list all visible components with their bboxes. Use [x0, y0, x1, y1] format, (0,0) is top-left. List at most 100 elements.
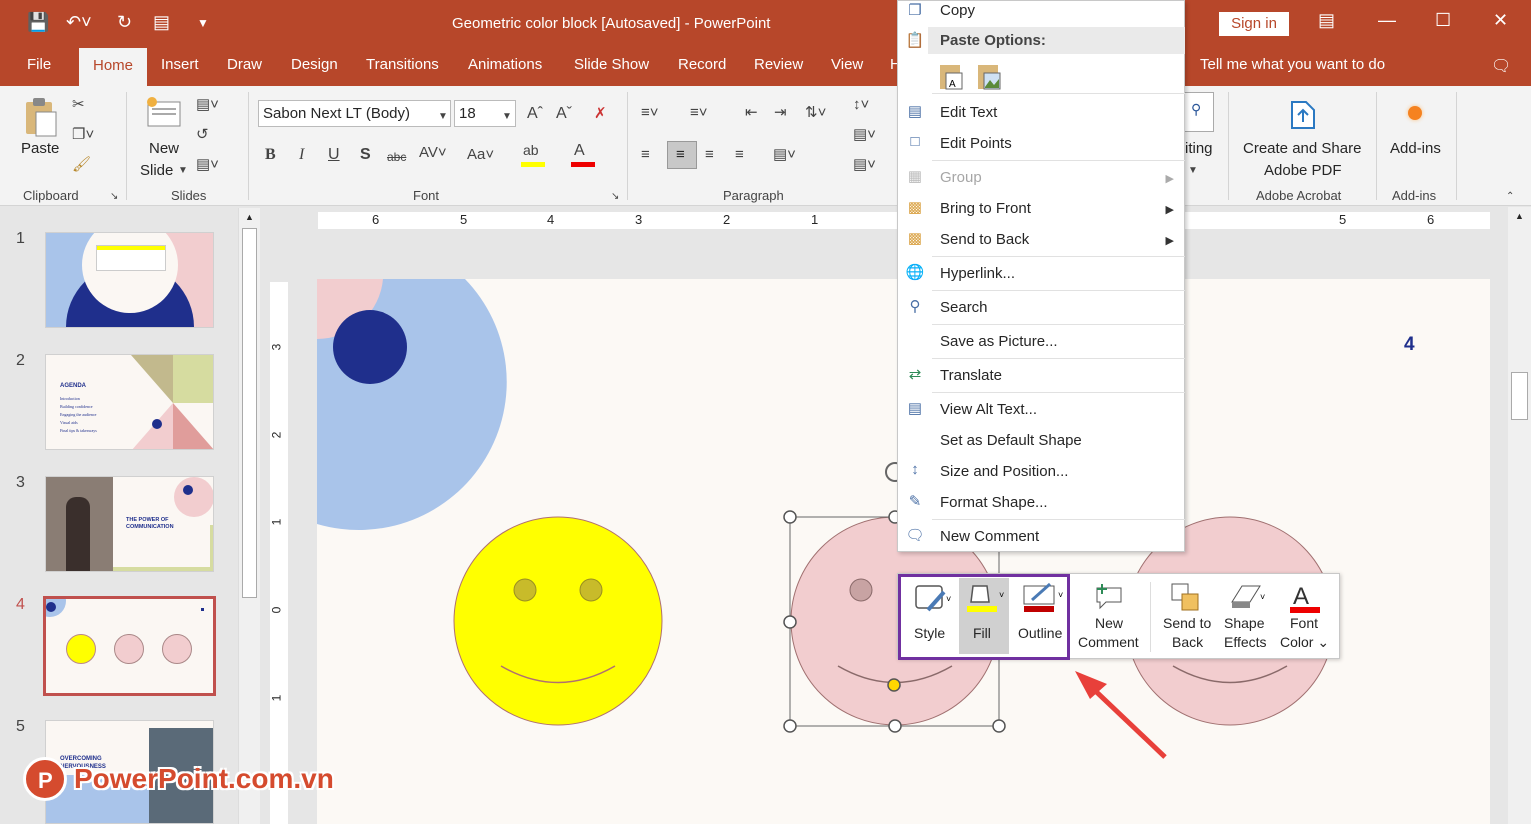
undo-icon[interactable]: ↶˅ [66, 12, 92, 33]
font-name-select[interactable]: Sabon Next LT (Body) [258, 100, 451, 127]
add-comment-icon[interactable] [1094, 582, 1124, 610]
menu-send-to-back[interactable]: Send to Back [940, 231, 1029, 248]
align-text-icon[interactable]: ▤˅ [853, 126, 876, 144]
close-icon[interactable]: ✕ [1493, 10, 1508, 31]
menu-copy[interactable]: Copy [940, 2, 975, 19]
tell-me-search[interactable]: Tell me what you want to do [1200, 56, 1385, 73]
shape-effects-button[interactable]: Effects [1224, 633, 1267, 652]
highlight-icon[interactable]: ab [521, 142, 551, 168]
new-slide-dropdown-icon[interactable]: ▼ [178, 162, 188, 180]
editing-dropdown-icon[interactable]: ▼ [1188, 162, 1198, 180]
menu-group[interactable]: Group [940, 169, 982, 186]
increase-indent-icon[interactable]: ⇥ [774, 104, 787, 122]
create-share-pdf-label-2[interactable]: Adobe PDF [1264, 160, 1342, 182]
shadow-icon[interactable]: S [360, 146, 371, 164]
align-center-button[interactable]: ≡ [667, 141, 697, 169]
add-ins-button[interactable]: Add-ins [1390, 138, 1441, 160]
customize-qat-icon[interactable]: ▼ [197, 16, 209, 30]
new-comment-label-1[interactable]: New [1095, 614, 1123, 633]
thumbnails-scrollbar[interactable]: ▲ [238, 208, 260, 824]
font-color-label-1[interactable]: Font [1290, 614, 1318, 633]
tab-design[interactable]: Design [291, 56, 338, 73]
create-share-pdf-button[interactable]: Create and Share [1243, 138, 1361, 160]
text-direction-icon[interactable]: ↕˅ [853, 96, 869, 114]
format-painter-icon[interactable]: 🖌 [72, 156, 91, 174]
tab-transitions[interactable]: Transitions [366, 56, 439, 73]
tab-slide-show[interactable]: Slide Show [574, 56, 649, 73]
menu-bring-to-front[interactable]: Bring to Front [940, 200, 1031, 217]
sign-in-button[interactable]: Sign in [1219, 12, 1289, 36]
save-icon[interactable]: 💾 [27, 12, 49, 33]
layout-icon[interactable]: ▤˅ [196, 96, 219, 114]
font-color-icon[interactable]: A [1288, 580, 1322, 614]
menu-new-comment[interactable]: New Comment [940, 528, 1039, 545]
menu-edit-text[interactable]: Edit Text [940, 104, 997, 121]
copy-icon[interactable]: ❐˅ [72, 126, 94, 144]
slide-thumbnail-1[interactable] [45, 232, 214, 328]
menu-search[interactable]: Search [940, 299, 988, 316]
bullets-icon[interactable]: ≡˅ [641, 104, 659, 122]
align-left-icon[interactable]: ≡ [641, 146, 650, 164]
slide-thumbnail-4-selected[interactable] [43, 596, 216, 696]
editor-scrollbar[interactable]: ▲ [1508, 207, 1531, 824]
grow-font-icon[interactable]: Aˆ [527, 105, 543, 123]
outline-button[interactable]: Outline [1018, 624, 1062, 643]
columns-icon[interactable]: ▤˅ [773, 146, 796, 164]
font-name-dropdown-icon[interactable]: ▼ [438, 108, 448, 126]
paste-icon[interactable] [22, 96, 58, 138]
font-color-button[interactable]: Color ⌄ [1280, 633, 1329, 652]
reset-icon[interactable]: ↺ [196, 126, 209, 144]
tab-review[interactable]: Review [754, 56, 803, 73]
slide-thumbnail-3[interactable]: THE POWER OF COMMUNICATION [45, 476, 214, 572]
comments-icon[interactable]: 🗨 [1491, 56, 1511, 76]
style-button[interactable]: Style [914, 624, 945, 643]
tab-record[interactable]: Record [678, 56, 726, 73]
italic-icon[interactable]: I [299, 146, 304, 164]
line-spacing-icon[interactable]: ⇅˅ [805, 104, 826, 122]
paste-picture-icon[interactable] [976, 61, 1002, 91]
menu-save-as-picture[interactable]: Save as Picture... [940, 333, 1058, 350]
menu-edit-points[interactable]: Edit Points [940, 135, 1012, 152]
collapse-ribbon-icon[interactable]: ⌃ [1506, 188, 1514, 206]
menu-view-alt-text[interactable]: View Alt Text... [940, 401, 1037, 418]
bold-icon[interactable]: B [265, 146, 276, 164]
change-case-icon[interactable]: Aa˅ [467, 146, 494, 164]
slide-thumbnail-2[interactable]: AGENDA Introduction Building confidence … [45, 354, 214, 450]
new-comment-button[interactable]: Comment [1078, 633, 1139, 652]
send-to-back-label-1[interactable]: Send to [1163, 614, 1211, 633]
section-icon[interactable]: ▤˅ [196, 156, 219, 174]
strikethrough-icon[interactable]: abc [387, 148, 406, 166]
tab-file[interactable]: File [27, 56, 51, 73]
font-launcher-icon[interactable]: ↘ [611, 188, 619, 206]
ribbon-display-icon[interactable]: ▤ [1318, 10, 1335, 31]
paste-button[interactable]: Paste [21, 138, 59, 160]
shape-effects-icon[interactable]: ˅ [1226, 582, 1270, 612]
numbering-icon[interactable]: ≡˅ [690, 104, 708, 122]
find-icon[interactable]: ⚲ [1184, 92, 1214, 132]
tab-home[interactable]: Home [79, 48, 147, 86]
shape-style-icon[interactable]: ˅ [914, 584, 954, 614]
menu-set-default-shape[interactable]: Set as Default Shape [940, 432, 1082, 449]
outline-pen-icon[interactable]: ˅ [1022, 580, 1068, 614]
tab-draw[interactable]: Draw [227, 56, 262, 73]
editing-label[interactable]: iting [1185, 138, 1213, 160]
menu-hyperlink[interactable]: Hyperlink... [940, 265, 1015, 282]
menu-format-shape[interactable]: Format Shape... [940, 494, 1048, 511]
char-spacing-icon[interactable]: AV˅ [419, 144, 447, 162]
new-slide-button[interactable]: New [149, 138, 179, 160]
tab-animations[interactable]: Animations [468, 56, 542, 73]
tab-view[interactable]: View [831, 56, 863, 73]
font-size-dropdown-icon[interactable]: ▼ [502, 108, 512, 126]
clipboard-launcher-icon[interactable]: ↘ [110, 188, 118, 206]
adobe-pdf-icon[interactable] [1288, 98, 1320, 132]
justify-icon[interactable]: ≡ [735, 146, 744, 164]
fill-button[interactable]: ˅ Fill [959, 578, 1009, 654]
menu-size-position[interactable]: Size and Position... [940, 463, 1068, 480]
new-slide-icon[interactable] [146, 96, 182, 130]
align-right-icon[interactable]: ≡ [705, 146, 714, 164]
shrink-font-icon[interactable]: Aˇ [556, 105, 572, 123]
redo-icon[interactable]: ↻ [117, 12, 132, 33]
maximize-icon[interactable]: ☐ [1435, 10, 1451, 31]
send-to-back-icon[interactable] [1170, 582, 1202, 612]
menu-translate[interactable]: Translate [940, 367, 1002, 384]
